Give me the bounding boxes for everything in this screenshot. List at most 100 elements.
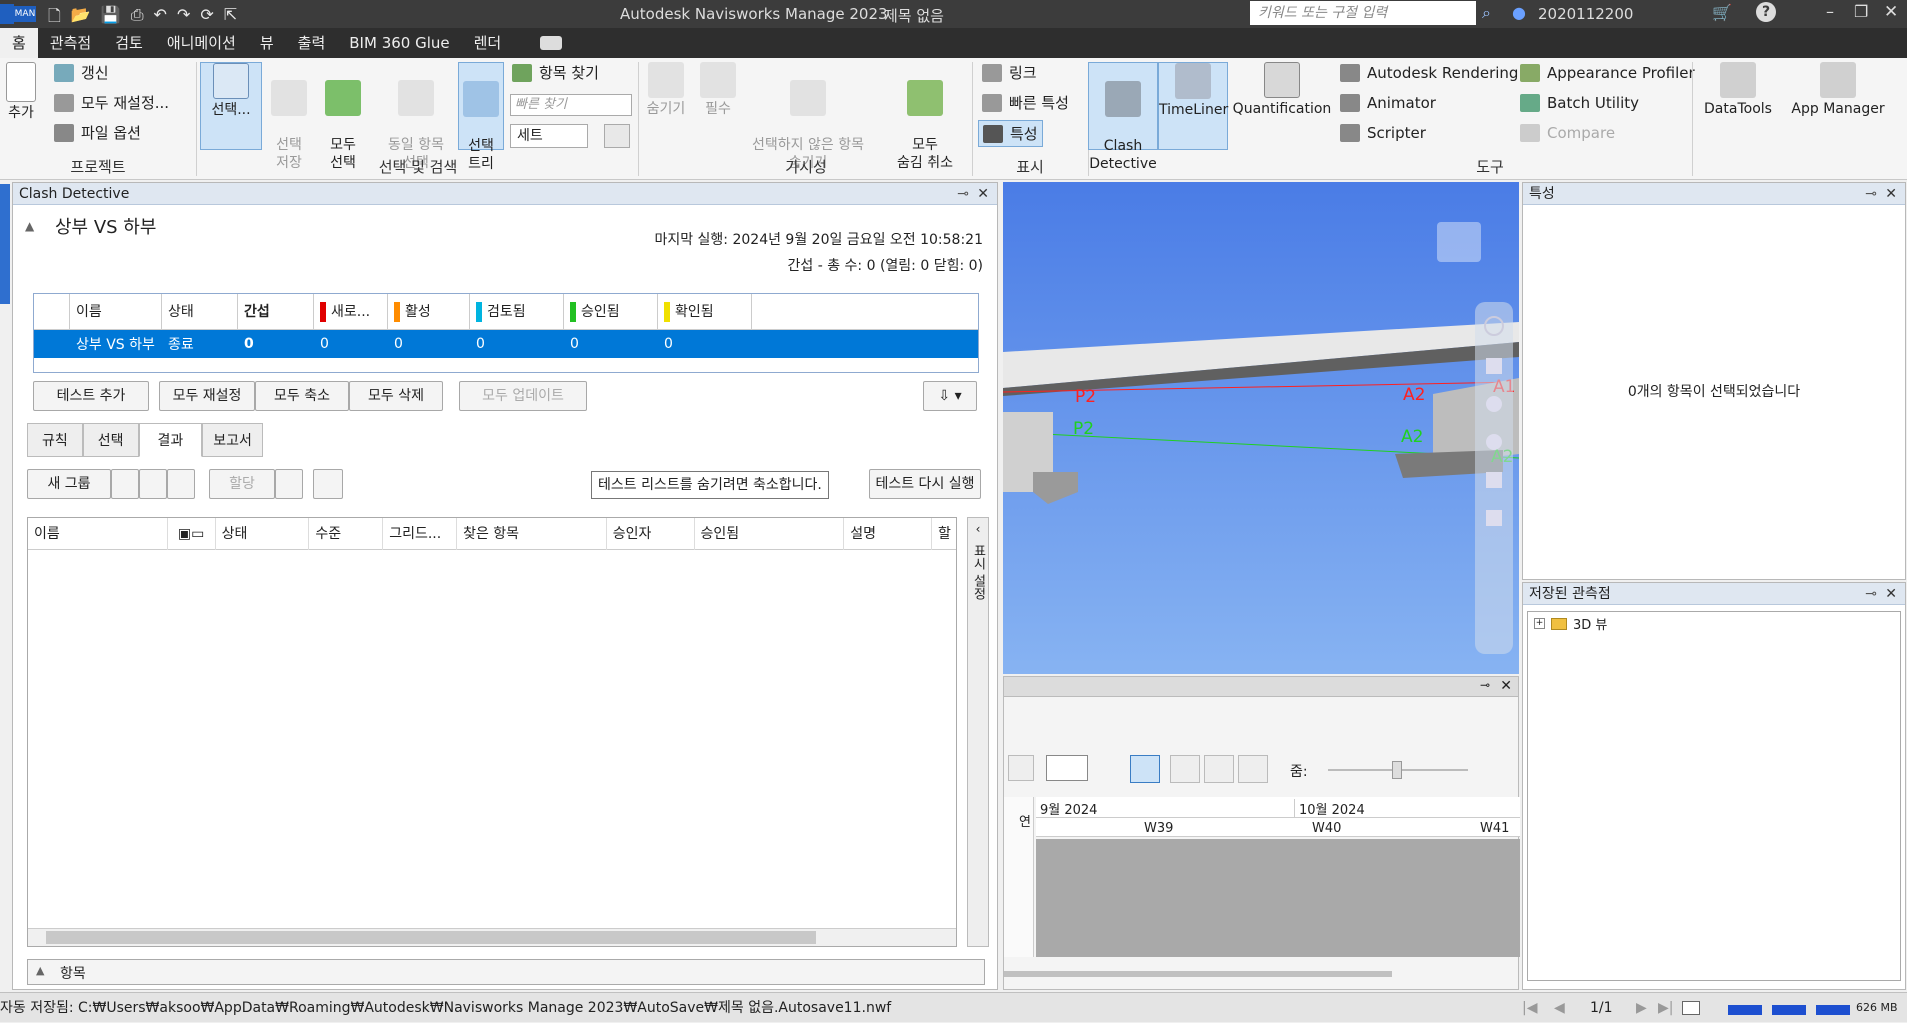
ribbon-options-icon[interactable]: [540, 36, 562, 50]
scripter-button[interactable]: Scripter: [1340, 124, 1426, 142]
quantification-button[interactable]: Quantification: [1232, 62, 1332, 118]
timeliner-pin-icon[interactable]: ⊸: [1480, 678, 1490, 692]
group-label-tools[interactable]: 도구: [1088, 156, 1892, 177]
animator-button[interactable]: Animator: [1340, 94, 1436, 112]
gantt-hscroll[interactable]: [1004, 971, 1392, 977]
reset-all-tests-button[interactable]: 모두 재설정: [159, 381, 255, 411]
properties-close-icon[interactable]: ✕: [1885, 183, 1897, 205]
select-button[interactable]: 선택...: [200, 62, 262, 150]
look-icon[interactable]: [1486, 472, 1502, 488]
rcol-approved[interactable]: 승인됨: [695, 518, 845, 550]
tab-animation[interactable]: 애니메이션: [155, 28, 248, 58]
viewcube-icon[interactable]: [1437, 222, 1481, 262]
new-group-button[interactable]: 새 그룹: [27, 469, 111, 499]
clash-detective-button[interactable]: Clash Detective: [1088, 62, 1158, 172]
hscroll-thumb[interactable]: [46, 931, 816, 944]
scene-viewport[interactable]: P2 A2 A1 P2 A2 A2: [1003, 182, 1519, 674]
items-bar[interactable]: ▲ 항목: [27, 959, 985, 985]
group-icon-a[interactable]: [111, 469, 139, 499]
steering-wheel-icon[interactable]: [1484, 316, 1504, 336]
group-label-project[interactable]: 프로젝트: [0, 156, 196, 177]
file-options-button[interactable]: 파일 옵션: [54, 122, 141, 143]
properties-pin-icon[interactable]: ⊸: [1865, 183, 1877, 205]
viewpoints-close-icon[interactable]: ✕: [1885, 583, 1897, 605]
rcol-grid[interactable]: 그리드...: [383, 518, 458, 550]
zoom-slider[interactable]: [1328, 761, 1468, 779]
zoom-icon[interactable]: [1486, 396, 1502, 412]
group-label-select[interactable]: 선택 및 검색: [200, 156, 636, 177]
rcol-name[interactable]: 이름: [28, 518, 168, 550]
rcol-assigned[interactable]: 할: [932, 518, 956, 550]
close-icon[interactable]: ✕: [1884, 2, 1898, 22]
walk-icon[interactable]: [1486, 510, 1502, 526]
prev-page-icon[interactable]: ◀: [1554, 993, 1565, 1023]
subtab-select[interactable]: 선택: [82, 423, 139, 457]
autodesk-rendering-button[interactable]: Autodesk Rendering: [1340, 64, 1518, 82]
tab-render[interactable]: 렌더: [462, 28, 514, 58]
help-icon[interactable]: ?: [1756, 2, 1776, 22]
add-test-button[interactable]: 테스트 추가: [33, 381, 149, 411]
unassign-icon[interactable]: [275, 469, 303, 499]
hide-button[interactable]: 숨기기: [642, 62, 690, 118]
app-manager-button[interactable]: App Manager: [1786, 62, 1890, 118]
timeliner-close-icon[interactable]: ✕: [1500, 678, 1512, 694]
assign-button[interactable]: 할당: [209, 469, 275, 499]
appearance-profiler-button[interactable]: Appearance Profiler: [1520, 64, 1695, 82]
next-page-icon[interactable]: ▶: [1636, 993, 1647, 1023]
rcol-status[interactable]: 상태: [216, 518, 310, 550]
help-search-input[interactable]: 키워드 또는 구절 입력: [1250, 1, 1476, 25]
binoculars-icon[interactable]: ⌕: [1482, 3, 1491, 23]
tab-bim360[interactable]: BIM 360 Glue: [337, 28, 461, 58]
col-status[interactable]: 상태: [162, 293, 238, 330]
navigation-bar[interactable]: [1475, 302, 1513, 654]
refresh-button[interactable]: 갱신: [54, 62, 109, 83]
panel-close-icon[interactable]: ✕: [977, 183, 989, 205]
user-icon[interactable]: ●: [1512, 3, 1526, 22]
tab-view[interactable]: 뷰: [248, 28, 286, 58]
cart-icon[interactable]: 🛒: [1712, 3, 1732, 22]
compare-button[interactable]: Compare: [1520, 124, 1615, 142]
require-button[interactable]: 필수: [694, 62, 742, 118]
orbit-icon[interactable]: [1486, 434, 1502, 450]
columns-dropdown[interactable]: [1046, 755, 1088, 781]
gantt-body[interactable]: [1036, 839, 1520, 957]
comment-icon[interactable]: [313, 469, 343, 499]
gantt-view-icon[interactable]: [1130, 755, 1160, 783]
properties-toggle[interactable]: 특성: [978, 120, 1043, 147]
col-name[interactable]: 이름: [70, 293, 162, 330]
subtab-results[interactable]: 결과: [138, 423, 203, 457]
group-icon-c[interactable]: [167, 469, 195, 499]
tab-output[interactable]: 출력: [286, 28, 338, 58]
restore-icon[interactable]: ❐: [1854, 2, 1868, 21]
subtab-report[interactable]: 보고서: [202, 423, 263, 457]
quick-find-input[interactable]: 빠른 찾기: [510, 94, 632, 116]
col-approved[interactable]: 승인됨: [564, 293, 658, 330]
tab-viewpoint[interactable]: 관측점: [38, 28, 103, 58]
quick-properties-button[interactable]: 빠른 특성: [982, 92, 1069, 113]
col-active[interactable]: 활성: [388, 293, 470, 330]
tab-review[interactable]: 검토: [103, 28, 155, 58]
rcol-level[interactable]: 수준: [309, 518, 384, 550]
tree-item-3d-view[interactable]: + 3D 뷰: [1528, 612, 1900, 635]
col-resolved[interactable]: 확인됨: [658, 293, 752, 330]
gantt-both-icon[interactable]: [1238, 755, 1268, 783]
delete-all-button[interactable]: 모두 삭제: [349, 381, 443, 411]
batch-utility-button[interactable]: Batch Utility: [1520, 94, 1639, 112]
reset-all-button[interactable]: 모두 재설정...: [54, 92, 169, 113]
timeliner-button[interactable]: TimeLiner: [1158, 62, 1228, 150]
first-page-icon[interactable]: |◀: [1522, 993, 1537, 1023]
datatools-button[interactable]: DataTools: [1700, 62, 1776, 118]
rerun-test-button[interactable]: 테스트 다시 실행: [869, 469, 981, 499]
append-button[interactable]: 추가: [2, 62, 40, 122]
selection-tree-button[interactable]: 선택 트리: [458, 62, 504, 172]
rcol-approver[interactable]: 승인자: [607, 518, 695, 550]
rcol-description[interactable]: 설명: [844, 518, 932, 550]
comment-tool-icon[interactable]: [1008, 755, 1034, 781]
group-label-visibility[interactable]: 가시성: [640, 156, 972, 177]
col-new[interactable]: 새로...: [314, 293, 388, 330]
find-items-button[interactable]: 항목 찾기: [512, 62, 599, 83]
display-settings-tab[interactable]: ‹ 표시 설정: [967, 517, 989, 947]
col-reviewed[interactable]: 검토됨: [470, 293, 564, 330]
links-button[interactable]: 링크: [982, 62, 1037, 83]
group-icon-b[interactable]: [139, 469, 167, 499]
